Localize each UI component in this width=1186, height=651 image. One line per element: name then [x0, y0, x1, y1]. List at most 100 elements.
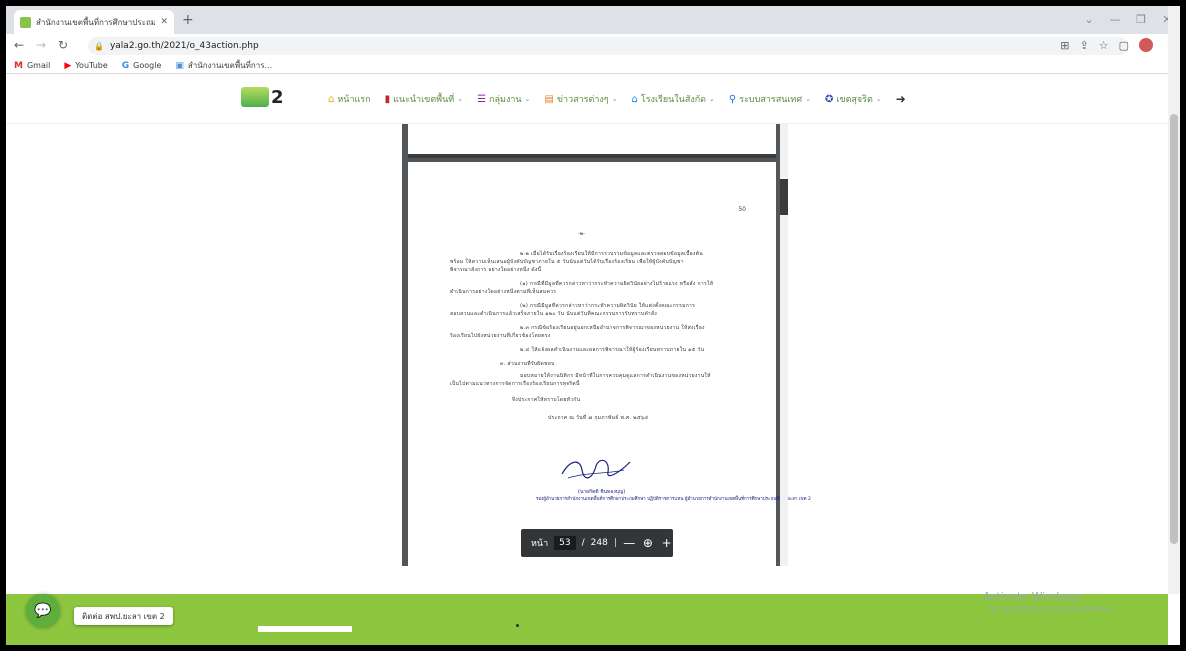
lock-icon[interactable]: 🔒: [94, 42, 104, 51]
doc-line: พิจารณาสั่งการ อย่างใดอย่างหนึ่ง ดังนี้: [450, 267, 542, 273]
menu-systems[interactable]: ⚲ ระบบสารสนเทศ ⌄: [729, 92, 811, 106]
doc-line: ๒.๒ เมื่อได้รับเรื่องร้องเรียนให้มีการรว…: [520, 251, 703, 257]
tab-strip: สำนักงานเขตพื้นที่การศึกษาประถมศึก ✕ + ⌄…: [6, 6, 1180, 34]
profile-avatar[interactable]: [1139, 38, 1153, 52]
page-header-mark: -๒-: [578, 231, 585, 237]
menu-news[interactable]: ▤ ข่าวสารต่างๆ ⌄: [544, 92, 617, 106]
restore-button[interactable]: ❐: [1128, 6, 1154, 34]
page-mark: 50: [738, 206, 746, 213]
bookmark-office[interactable]: ▣ สำนักงานเขตพื้นที่การ...: [175, 59, 272, 72]
tab-title: สำนักงานเขตพื้นที่การศึกษาประถมศึก: [36, 17, 156, 27]
previous-page-edge: [408, 124, 776, 158]
signature-image: [561, 459, 631, 479]
forward-icon[interactable]: →: [36, 38, 46, 52]
newspaper-icon: ▤: [544, 93, 554, 105]
site-favicon: [20, 16, 31, 28]
bookmark-label: Gmail: [26, 61, 51, 70]
side-panel-icon[interactable]: ▢: [1119, 39, 1129, 52]
bookmark-gmail[interactable]: M Gmail: [14, 61, 50, 71]
zoom-out-button[interactable]: —: [623, 536, 636, 550]
new-tab-button[interactable]: +: [182, 12, 194, 28]
chat-label[interactable]: ติดต่อ สพป.ยะลา เขต 2: [74, 607, 173, 625]
close-tab-icon[interactable]: ✕: [160, 17, 168, 27]
menu-label: กลุ่มงาน: [489, 95, 522, 105]
activation-watermark-sub: Go to Settings to activate Windows.: [989, 605, 1115, 613]
chevron-down-icon: ⌄: [709, 95, 715, 103]
chevron-down-icon: ⌄: [457, 95, 464, 103]
bookmark-star-icon[interactable]: ☆: [1099, 39, 1109, 52]
doc-line: เป็นไปตามแนวทางการจัดการเรื่องร้องเรียนก…: [450, 381, 580, 387]
doc-line: สอบสวนและดำเนินการแล้วเสร็จภายใน ๑๒๐ วัน…: [450, 311, 658, 317]
reload-icon[interactable]: ↻: [58, 38, 68, 52]
gmail-icon: M: [14, 60, 23, 71]
main-content: 50 -๒- ๒.๒ เมื่อได้รับเรื่องร้องเรียนให้…: [6, 124, 1168, 594]
total-pages: 248: [590, 538, 608, 548]
back-icon[interactable]: ←: [14, 38, 24, 52]
logo-mark: [241, 87, 269, 107]
doc-line: (๒) กรณีมีมูลที่ควรกล่าวหาว่ากระทำความผิ…: [520, 303, 696, 309]
doc-line: พร้อม ให้ความเห็นเสนอผู้บังคับบัญชาภายใน…: [450, 259, 684, 265]
browser-tab[interactable]: สำนักงานเขตพื้นที่การศึกษาประถมศึก ✕: [14, 10, 174, 34]
network-icon: ⚲: [728, 93, 737, 105]
book-icon: ▮: [384, 93, 391, 105]
site-icon: ▣: [175, 60, 184, 71]
menu-label: ข่าวสารต่างๆ: [556, 95, 609, 105]
translate-icon[interactable]: ⊞: [1060, 39, 1069, 52]
chevron-down-icon: ⌄: [611, 95, 618, 103]
zoom-in-button[interactable]: +: [660, 536, 673, 550]
bookmark-google[interactable]: G Google: [122, 61, 162, 71]
badge-icon: ✪: [824, 93, 834, 105]
school-icon: ⌂: [631, 93, 638, 105]
site-logo[interactable]: 2: [241, 87, 284, 107]
doc-line: ๒.๔ ให้แจ้งผลดำเนินงานและผลการพิจารณาให้…: [520, 347, 705, 353]
doc-line: มอบหมายให้งานนิติกร มีหน้าที่ในการควบคุม…: [520, 373, 711, 379]
logo-number: 2: [271, 87, 284, 108]
menu-home[interactable]: ⌂ หน้าแรก: [328, 92, 371, 106]
menu-label: แนะนำเขตพื้นที่: [393, 95, 455, 105]
main-menu: ⌂ หน้าแรก ▮ แนะนำเขตพื้นที่ ⌄ ☰ กลุ่มงาน…: [328, 75, 906, 123]
share-icon[interactable]: ⇪: [1080, 39, 1089, 52]
pdf-scrollbar-thumb[interactable]: [780, 179, 788, 215]
bookmark-youtube[interactable]: ▶ YouTube: [64, 61, 107, 71]
menu-label: โรงเรียนในสังกัด: [640, 95, 707, 105]
page-label: หน้า: [531, 539, 549, 549]
menu-label: หน้าแรก: [337, 95, 371, 105]
minimize-button[interactable]: —: [1102, 6, 1128, 34]
page-scrollbar[interactable]: [1168, 6, 1180, 594]
page-scrollbar-thumb[interactable]: [1170, 114, 1178, 544]
signer-title: รองผู้อำนวยการสำนักงานเขตพื้นที่การศึกษา…: [536, 497, 811, 502]
address-bar[interactable]: 🔒 yala2.go.th/2021/o_43action.php: [88, 37, 1128, 55]
menu-groups[interactable]: ☰ กลุ่มงาน ⌄: [477, 92, 530, 106]
chat-button[interactable]: 💬: [26, 594, 60, 628]
pdf-toolbar: หน้า 53 / 248 | — ⊕ +: [521, 529, 673, 557]
home-icon: ⌂: [328, 93, 335, 105]
youtube-icon: ▶: [64, 60, 72, 71]
doc-line: ประกาศ ณ วันที่ ๗ กุมภาพันธ์ พ.ศ. ๒๕๖๔: [548, 415, 649, 421]
menu-integrity[interactable]: ✪ เขตสุจริต ⌄: [825, 92, 882, 106]
site-header: 2 ⌂ หน้าแรก ▮ แนะนำเขตพื้นที่ ⌄ ☰ กลุ่มง…: [6, 75, 1168, 124]
url-text: yala2.go.th/2021/o_43action.php: [109, 41, 259, 51]
bookmark-label: YouTube: [75, 61, 108, 70]
doc-line: ดำเนินการอย่างใดอย่างหนึ่งตามที่เห็นสมคว…: [450, 289, 557, 295]
page-number-input[interactable]: 53: [554, 536, 576, 550]
list-icon: ☰: [477, 93, 487, 105]
chevron-down-icon: ⌄: [805, 95, 811, 103]
bookmark-label: Google: [133, 61, 162, 70]
doc-line: (๑) กรณีที่มีมูลที่ควรกล่าวหาว่ากระทำควา…: [520, 281, 714, 287]
chat-icon: 💬: [34, 603, 52, 619]
menu-about[interactable]: ▮ แนะนำเขตพื้นที่ ⌄: [385, 92, 463, 106]
menu-schools[interactable]: ⌂ โรงเรียนในสังกัด ⌄: [632, 92, 715, 106]
pdf-viewer[interactable]: 50 -๒- ๒.๒ เมื่อได้รับเรื่องร้องเรียนให้…: [402, 124, 811, 566]
menu-label: เขตสุจริต: [836, 95, 873, 105]
browser-window: สำนักงานเขตพื้นที่การศึกษาประถมศึก ✕ + ⌄…: [6, 6, 1180, 645]
signer-name: (นายกิตติ ชินทองบุญ): [578, 489, 626, 495]
doc-line: จึงประกาศให้ทราบโดยทั่วกัน: [512, 397, 581, 403]
activation-watermark: Activate Windows: [983, 590, 1081, 603]
chevron-down-icon[interactable]: ⌄: [1076, 6, 1102, 34]
zoom-icon[interactable]: ⊕: [642, 536, 655, 550]
footer-tab[interactable]: [258, 626, 352, 632]
toolbar-actions: ⊞ ⇪ ☆ ▢ ⋮: [1060, 38, 1174, 52]
window-controls: ⌄ — ❐ ✕: [1076, 6, 1180, 34]
chevron-down-icon: ⌄: [875, 95, 882, 103]
login-icon[interactable]: ➜: [896, 92, 906, 106]
